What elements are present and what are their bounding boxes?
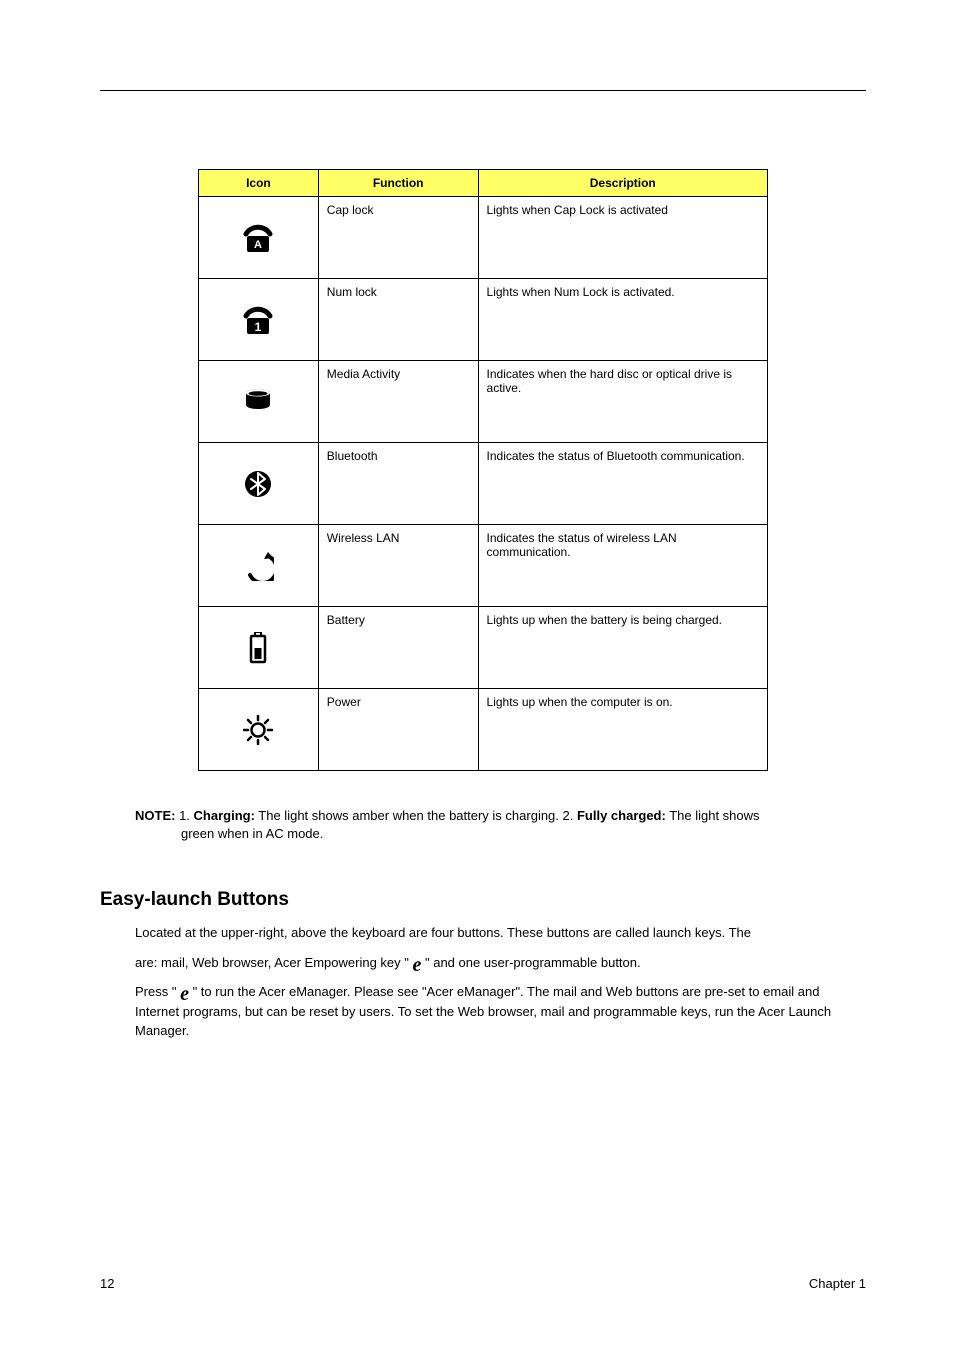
- cell-description: Lights when Num Lock is activated.: [478, 279, 767, 361]
- cell-function: Power: [318, 689, 478, 771]
- cell-description: Indicates the status of Bluetooth commun…: [478, 443, 767, 525]
- section-body: Located at the upper-right, above the ke…: [135, 923, 866, 1041]
- th-icon: Icon: [199, 170, 319, 197]
- cell-description: Lights up when the battery is being char…: [478, 607, 767, 689]
- note-line2: green when in AC mode.: [181, 825, 856, 843]
- note-fullycharged: Fully charged:: [577, 808, 666, 823]
- cell-function: Cap lock: [318, 197, 478, 279]
- table-row: Wireless LAN Indicates the status of wir…: [199, 525, 768, 607]
- num-lock-icon: 1: [241, 304, 275, 336]
- note-charging: Charging:: [194, 808, 255, 823]
- chapter-label: Chapter 1: [809, 1276, 866, 1291]
- note-prefix: NOTE:: [135, 808, 179, 823]
- cell-function: Wireless LAN: [318, 525, 478, 607]
- para-2-pre: Press ": [135, 984, 180, 999]
- th-function: Function: [318, 170, 478, 197]
- media-activity-icon: [243, 389, 273, 415]
- indicator-table: Icon Function Description A Cap lock Lig…: [198, 169, 768, 771]
- section-heading: Easy-launch Buttons: [100, 889, 866, 911]
- para-1b: are: mail, Web browser, Acer Empowering …: [135, 953, 866, 973]
- cell-description: Indicates the status of wireless LAN com…: [478, 525, 767, 607]
- cell-function: Media Activity: [318, 361, 478, 443]
- para-2: Press " e " to run the Acer eManager. Pl…: [135, 982, 866, 1041]
- empowering-key-icon: e: [180, 983, 189, 1005]
- cell-function: Num lock: [318, 279, 478, 361]
- table-row: A Cap lock Lights when Cap Lock is activ…: [199, 197, 768, 279]
- page-footer: 12 Chapter 1: [100, 1276, 866, 1291]
- table-row: Bluetooth Indicates the status of Blueto…: [199, 443, 768, 525]
- table-row: Battery Lights up when the battery is be…: [199, 607, 768, 689]
- wireless-lan-icon: [242, 551, 274, 581]
- para-1b-post: " and one user-programmable button.: [421, 955, 640, 970]
- battery-icon: [248, 632, 268, 664]
- svg-text:1: 1: [255, 320, 262, 334]
- th-description: Description: [478, 170, 767, 197]
- table-row: Power Lights up when the computer is on.: [199, 689, 768, 771]
- caps-lock-icon: A: [241, 222, 275, 254]
- cell-description: Indicates when the hard disc or optical …: [478, 361, 767, 443]
- para-2-post: " to run the Acer eManager. Please see "…: [135, 984, 831, 1038]
- note-block: NOTE: 1. Charging: The light shows amber…: [135, 807, 866, 843]
- power-icon: [243, 715, 273, 745]
- cell-description: Lights up when the computer is on.: [478, 689, 767, 771]
- note-text: 1.: [179, 808, 193, 823]
- bluetooth-icon: [243, 469, 273, 499]
- note-text: The light shows: [666, 808, 760, 823]
- para-1b-pre: are: mail, Web browser, Acer Empowering …: [135, 955, 412, 970]
- svg-text:A: A: [254, 239, 262, 251]
- note-text: The light shows amber when the battery i…: [255, 808, 577, 823]
- table-row: Media Activity Indicates when the hard d…: [199, 361, 768, 443]
- page-number: 12: [100, 1276, 114, 1291]
- para-1a: Located at the upper-right, above the ke…: [135, 923, 866, 943]
- table-row: 1 Num lock Lights when Num Lock is activ…: [199, 279, 768, 361]
- cell-function: Bluetooth: [318, 443, 478, 525]
- cell-description: Lights when Cap Lock is activated: [478, 197, 767, 279]
- top-rule: [100, 90, 866, 91]
- cell-function: Battery: [318, 607, 478, 689]
